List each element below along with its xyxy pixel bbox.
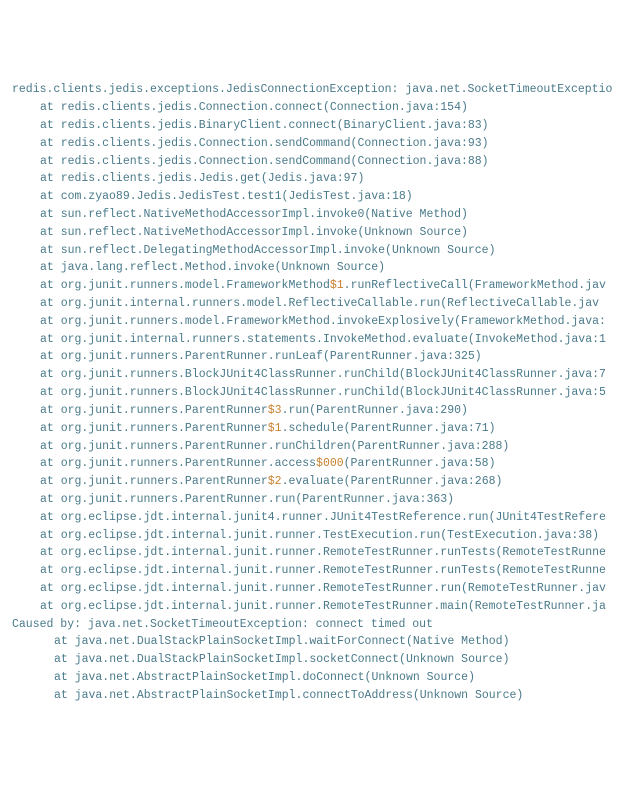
caused-frame: at java.net.AbstractPlainSocketImpl.doCo… — [12, 669, 606, 687]
stack-frame: at sun.reflect.DelegatingMethodAccessorI… — [12, 242, 606, 260]
stack-frame: at org.eclipse.jdt.internal.junit.runner… — [12, 562, 606, 580]
stack-frame: at org.junit.runners.ParentRunner.run(Pa… — [12, 491, 606, 509]
stack-frame: at org.junit.internal.runners.statements… — [12, 331, 606, 349]
caused-frame: at java.net.DualStackPlainSocketImpl.wai… — [12, 633, 606, 651]
stack-frame: at redis.clients.jedis.Connection.connec… — [12, 99, 606, 117]
stack-frame: at sun.reflect.NativeMethodAccessorImpl.… — [12, 224, 606, 242]
stack-frame: at org.eclipse.jdt.internal.junit.runner… — [12, 598, 606, 616]
stack-frame: at redis.clients.jedis.BinaryClient.conn… — [12, 117, 606, 135]
stack-frame: at org.eclipse.jdt.internal.junit.runner… — [12, 544, 606, 562]
stack-frame: at org.eclipse.jdt.internal.junit.runner… — [12, 527, 606, 545]
stack-frame: at org.junit.runners.ParentRunner.runChi… — [12, 438, 606, 456]
caused-by-header: Caused by: java.net.SocketTimeoutExcepti… — [12, 616, 606, 634]
stack-frame: at org.junit.runners.ParentRunner$2.eval… — [12, 473, 606, 491]
stack-frame: at redis.clients.jedis.Connection.sendCo… — [12, 153, 606, 171]
stack-frame: at org.junit.internal.runners.model.Refl… — [12, 295, 606, 313]
stack-frame: at com.zyao89.Jedis.JedisTest.test1(Jedi… — [12, 188, 606, 206]
stack-frame: at org.junit.runners.ParentRunner.runLea… — [12, 348, 606, 366]
stack-frame: at sun.reflect.NativeMethodAccessorImpl.… — [12, 206, 606, 224]
stack-frame: at org.eclipse.jdt.internal.junit4.runne… — [12, 509, 606, 527]
stack-frame: at org.junit.runners.ParentRunner$3.run(… — [12, 402, 606, 420]
stack-frame: at org.junit.runners.BlockJUnit4ClassRun… — [12, 384, 606, 402]
stack-frame: at org.junit.runners.ParentRunner$1.sche… — [12, 420, 606, 438]
stack-frame: at org.junit.runners.model.FrameworkMeth… — [12, 313, 606, 331]
stack-frame: at org.junit.runners.model.FrameworkMeth… — [12, 277, 606, 295]
stack-frame: at redis.clients.jedis.Connection.sendCo… — [12, 135, 606, 153]
stacktrace-output: redis.clients.jedis.exceptions.JedisConn… — [12, 81, 606, 704]
stack-frame: at org.junit.runners.BlockJUnit4ClassRun… — [12, 366, 606, 384]
exception-header: redis.clients.jedis.exceptions.JedisConn… — [12, 81, 606, 99]
stack-frame: at org.junit.runners.ParentRunner.access… — [12, 455, 606, 473]
stack-frame: at org.eclipse.jdt.internal.junit.runner… — [12, 580, 606, 598]
stack-frame: at redis.clients.jedis.Jedis.get(Jedis.j… — [12, 170, 606, 188]
stack-frame: at java.lang.reflect.Method.invoke(Unkno… — [12, 259, 606, 277]
caused-frame: at java.net.AbstractPlainSocketImpl.conn… — [12, 687, 606, 705]
caused-frame: at java.net.DualStackPlainSocketImpl.soc… — [12, 651, 606, 669]
